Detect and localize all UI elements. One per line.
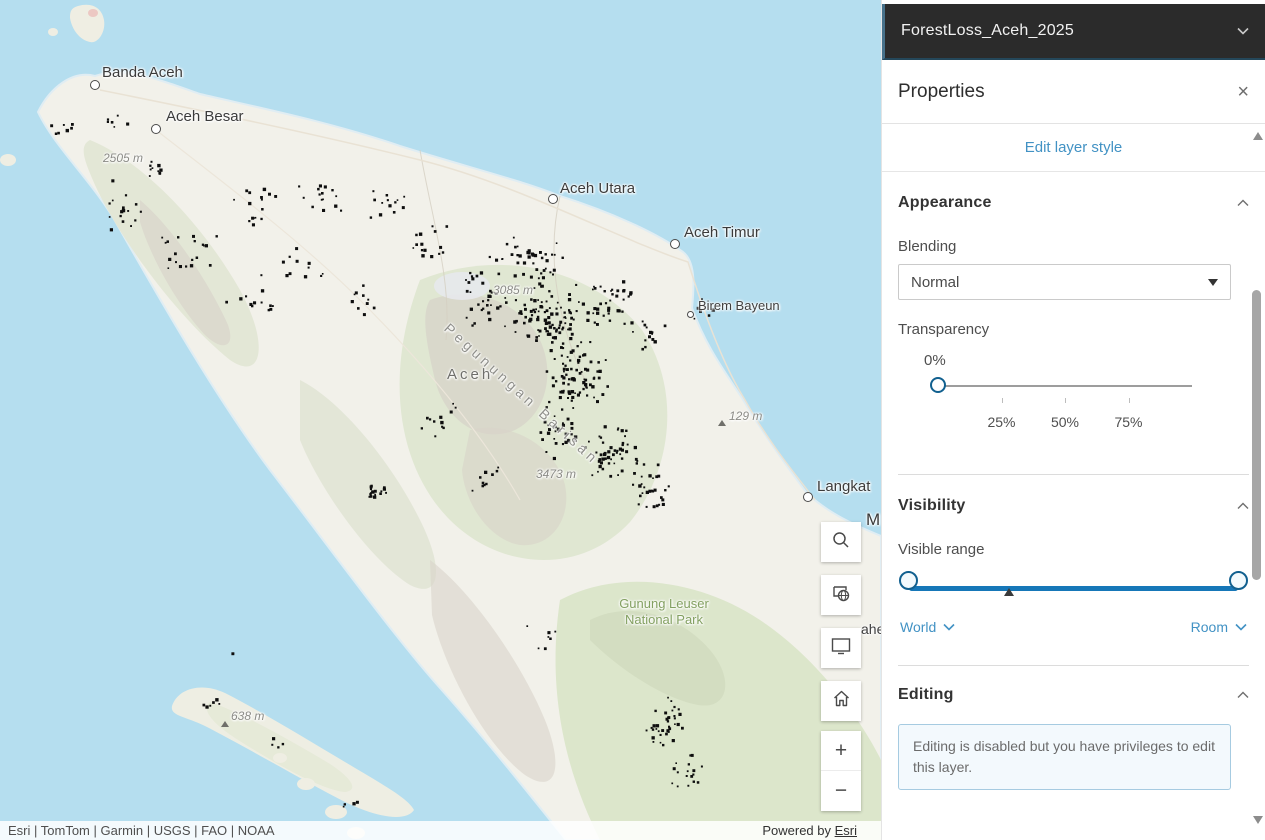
- home-icon: [832, 689, 851, 713]
- chevron-down-icon: [1237, 22, 1249, 40]
- tick-label-25: 25%: [987, 414, 1015, 430]
- visibility-section: Visibility Visible range World Room: [882, 497, 1265, 666]
- properties-header: Properties ×: [882, 60, 1265, 124]
- editing-header[interactable]: Editing: [898, 686, 1249, 704]
- panel-scrollbar[interactable]: [1250, 126, 1264, 830]
- min-scale-dropdown[interactable]: World: [900, 619, 955, 635]
- chevron-up-icon: [1237, 194, 1249, 212]
- zoom-controls: + −: [821, 731, 861, 811]
- close-icon[interactable]: ×: [1237, 82, 1249, 102]
- tick-50: [1065, 398, 1066, 403]
- section-divider: [898, 474, 1249, 475]
- chevron-down-icon: [1235, 623, 1247, 631]
- zoom-in-button[interactable]: +: [821, 731, 861, 771]
- basemap-icon: [831, 583, 851, 608]
- appearance-header[interactable]: Appearance: [898, 194, 1249, 212]
- max-scale-value: Room: [1191, 619, 1228, 635]
- tick-75: [1129, 398, 1130, 403]
- visible-range-track[interactable]: [909, 586, 1238, 591]
- transparency-label: Transparency: [898, 321, 1249, 338]
- scroll-up-icon[interactable]: [1253, 132, 1263, 140]
- edit-layer-style-row: Edit layer style: [882, 124, 1265, 172]
- layer-selector[interactable]: ForestLoss_Aceh_2025: [882, 4, 1265, 60]
- range-max-handle[interactable]: [1229, 571, 1248, 590]
- visible-range-label: Visible range: [898, 541, 1249, 558]
- edit-layer-style-link[interactable]: Edit layer style: [1025, 139, 1123, 156]
- basemap-terrain: [0, 0, 881, 840]
- current-scale-marker: [1004, 588, 1014, 596]
- tick-label-50: 50%: [1051, 414, 1079, 430]
- range-min-handle[interactable]: [899, 571, 918, 590]
- screen-button[interactable]: [821, 628, 861, 668]
- max-scale-dropdown[interactable]: Room: [1191, 619, 1247, 635]
- min-scale-value: World: [900, 619, 936, 635]
- chevron-up-icon: [1237, 497, 1249, 515]
- appearance-title: Appearance: [898, 194, 992, 212]
- home-button[interactable]: [821, 681, 861, 721]
- attribution-bar: Esri | TomTom | Garmin | USGS | FAO | NO…: [0, 821, 881, 840]
- attribution-sources: Esri | TomTom | Garmin | USGS | FAO | NO…: [8, 823, 275, 838]
- blending-select[interactable]: Normal: [898, 264, 1231, 300]
- section-divider: [898, 665, 1249, 666]
- layer-title: ForestLoss_Aceh_2025: [901, 22, 1074, 40]
- visibility-header[interactable]: Visibility: [898, 497, 1249, 515]
- editing-section: Editing Editing is disabled but you have…: [882, 686, 1265, 790]
- arcgis-map-viewer: Banda AcehAceh BesarAceh UtaraAceh Timur…: [0, 0, 1265, 840]
- scrollbar-thumb[interactable]: [1252, 290, 1261, 580]
- scale-row: World Room: [898, 619, 1249, 635]
- chevron-down-icon: [943, 623, 955, 631]
- visible-range-slider: [909, 578, 1238, 604]
- screen-icon: [831, 637, 851, 660]
- blending-value: Normal: [911, 274, 959, 291]
- chevron-up-icon: [1237, 686, 1249, 704]
- caret-down-icon: [1208, 279, 1218, 286]
- transparency-track[interactable]: [938, 385, 1192, 387]
- search-button[interactable]: [821, 522, 861, 562]
- map-canvas[interactable]: Banda AcehAceh BesarAceh UtaraAceh Timur…: [0, 0, 881, 840]
- tick-25: [1002, 398, 1003, 403]
- basemap-button[interactable]: [821, 575, 861, 615]
- properties-title: Properties: [898, 81, 985, 103]
- blending-label: Blending: [898, 238, 1249, 255]
- tick-label-75: 75%: [1114, 414, 1142, 430]
- editing-title: Editing: [898, 686, 954, 704]
- appearance-section: Appearance Blending Normal Transparency …: [882, 194, 1265, 475]
- map-toolbar: + −: [821, 522, 861, 811]
- transparency-value: 0%: [924, 352, 946, 369]
- zoom-out-button[interactable]: −: [821, 771, 861, 811]
- visibility-title: Visibility: [898, 497, 966, 515]
- transparency-handle[interactable]: [930, 377, 946, 393]
- esri-link[interactable]: Esri: [835, 823, 857, 838]
- search-icon: [832, 531, 850, 554]
- editing-disabled-message: Editing is disabled but you have privile…: [898, 724, 1231, 790]
- transparency-slider: 0% 25% 50% 75%: [938, 352, 1192, 448]
- powered-by: Powered by Esri: [762, 823, 857, 838]
- scroll-down-icon[interactable]: [1253, 816, 1263, 824]
- layer-properties-panel: ForestLoss_Aceh_2025 Properties × Edit l…: [881, 0, 1265, 840]
